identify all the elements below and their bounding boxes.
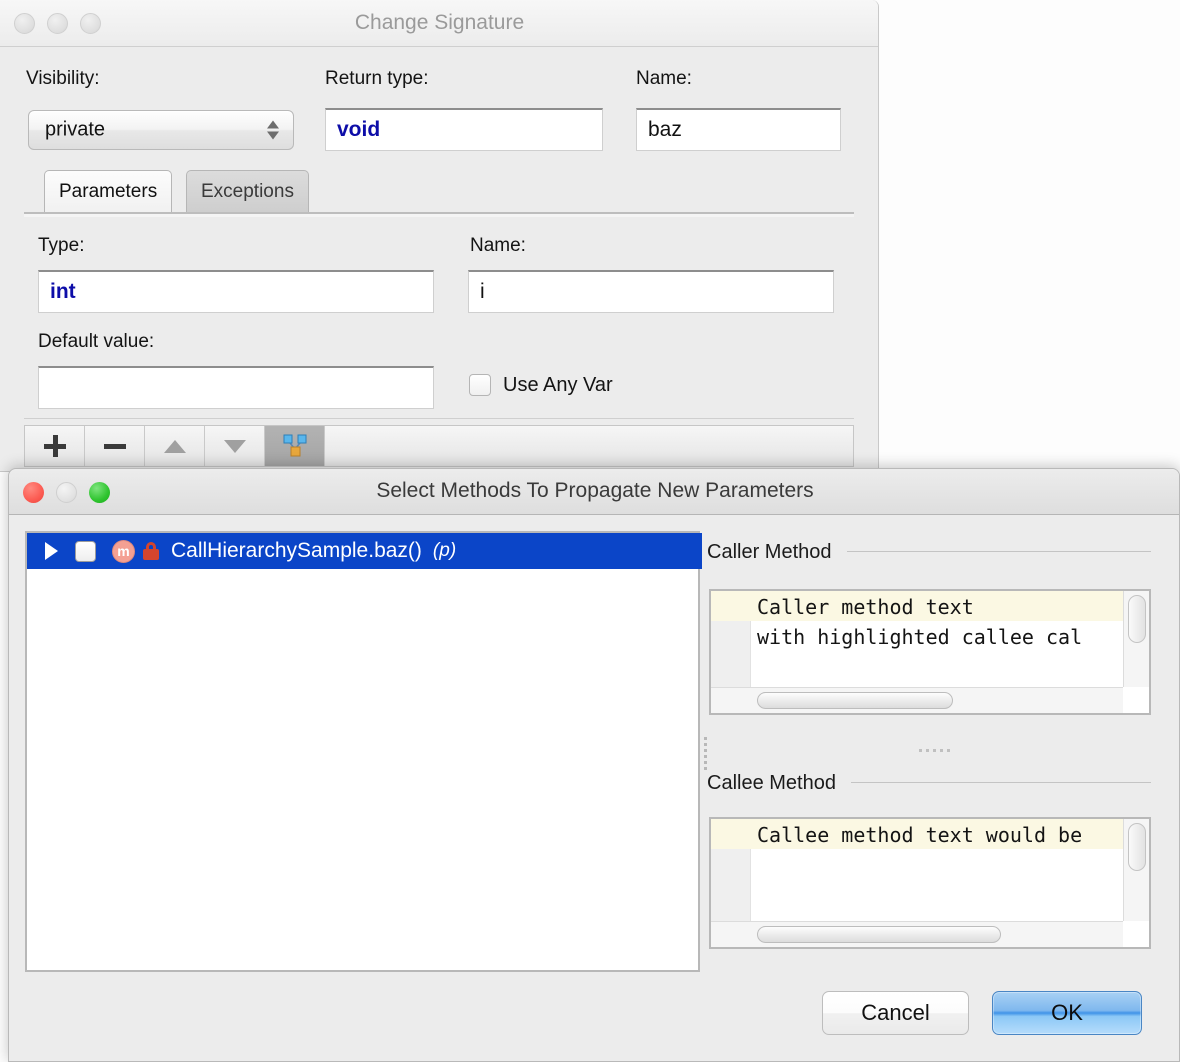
row-checkbox[interactable]	[75, 541, 96, 562]
tab-exceptions-label: Exceptions	[201, 181, 294, 203]
change-signature-window[interactable]: Change Signature Visibility: private Ret…	[0, 0, 879, 472]
minus-icon	[104, 444, 126, 449]
window-title: Change Signature	[0, 11, 879, 35]
caller-code-line-2: with highlighted callee cal	[757, 625, 1082, 649]
param-name-value: i	[480, 280, 485, 304]
cancel-button-label: Cancel	[861, 1000, 929, 1026]
tab-strip[interactable]: Parameters Exceptions	[24, 170, 854, 217]
lock-private-icon	[143, 542, 159, 560]
default-value-label: Default value:	[38, 331, 154, 353]
caller-method-editor[interactable]: Caller method text with highlighted call…	[709, 589, 1151, 715]
caller-vertical-scrollbar[interactable]	[1123, 591, 1149, 687]
propagate-parameter-button[interactable]	[265, 426, 325, 466]
param-type-input[interactable]: int	[38, 270, 434, 313]
callee-method-header: Callee Method	[707, 772, 836, 795]
triangle-up-icon	[164, 440, 186, 453]
method-name-value: baz	[648, 118, 682, 142]
callee-vertical-scrollbar[interactable]	[1123, 819, 1149, 921]
table-row[interactable]: m CallHierarchySample.baz() (p)	[27, 533, 702, 569]
visibility-value: private	[45, 119, 105, 142]
callee-code-line-1: Callee method text would be	[757, 823, 1082, 847]
caller-code-line-1: Caller method text	[757, 595, 974, 619]
callee-horizontal-scrollbar[interactable]	[711, 921, 1123, 947]
horizontal-splitter-handle[interactable]	[919, 747, 957, 754]
cancel-button[interactable]: Cancel	[822, 991, 969, 1035]
tab-underline	[24, 212, 854, 217]
method-m-icon: m	[112, 540, 135, 563]
vertical-splitter-handle[interactable]	[702, 737, 709, 777]
tab-parameters[interactable]: Parameters	[44, 170, 172, 212]
param-name-label: Name:	[470, 235, 526, 257]
visibility-select[interactable]: private	[28, 110, 294, 150]
callee-group-line	[851, 782, 1151, 783]
propagate-parameters-dialog[interactable]: Select Methods To Propagate New Paramete…	[8, 468, 1180, 1062]
callee-vscroll-thumb[interactable]	[1128, 823, 1146, 871]
move-up-button[interactable]	[145, 426, 205, 466]
expand-triangle-icon[interactable]	[45, 542, 58, 560]
method-name-label: Name:	[636, 68, 692, 90]
plus-icon	[44, 435, 66, 457]
add-parameter-button[interactable]	[25, 426, 85, 466]
ok-button-label: OK	[1051, 1000, 1083, 1026]
triangle-down-icon	[224, 440, 246, 453]
propagate-icon	[282, 433, 308, 459]
method-name-input[interactable]: baz	[636, 108, 841, 151]
param-type-label: Type:	[38, 235, 84, 257]
parameter-toolbar[interactable]	[24, 425, 854, 467]
remove-parameter-button[interactable]	[85, 426, 145, 466]
tree-node-label: CallHierarchySample.baz()	[171, 539, 422, 563]
return-type-value: void	[337, 118, 380, 142]
return-type-input[interactable]: void	[325, 108, 603, 151]
change-signature-titlebar[interactable]: Change Signature	[0, 0, 879, 47]
toolbar-separator	[24, 418, 854, 419]
tab-parameters-label: Parameters	[59, 181, 157, 203]
param-type-value: int	[50, 280, 76, 304]
dialog-title: Select Methods To Propagate New Paramete…	[9, 479, 1180, 503]
dialog-titlebar[interactable]: Select Methods To Propagate New Paramete…	[9, 469, 1180, 515]
move-down-button[interactable]	[205, 426, 265, 466]
screen: Change Signature Visibility: private Ret…	[0, 0, 1180, 1062]
tree-node-suffix: (p)	[433, 540, 456, 562]
return-type-label: Return type:	[325, 68, 429, 90]
caller-method-header: Caller Method	[707, 541, 832, 564]
caller-horizontal-scrollbar[interactable]	[711, 687, 1123, 713]
callee-hscroll-thumb[interactable]	[757, 926, 1001, 943]
tab-exceptions[interactable]: Exceptions	[186, 170, 309, 212]
caller-vscroll-thumb[interactable]	[1128, 595, 1146, 643]
callee-method-editor[interactable]: Callee method text would be	[709, 817, 1151, 949]
visibility-label: Visibility:	[26, 68, 100, 90]
methods-tree[interactable]: m CallHierarchySample.baz() (p)	[25, 531, 700, 972]
stepper-arrows-icon	[267, 121, 279, 140]
use-any-var-checkbox[interactable]	[469, 374, 491, 396]
use-any-var-label: Use Any Var	[503, 374, 613, 397]
param-name-input[interactable]: i	[468, 270, 834, 313]
default-value-input[interactable]	[38, 366, 434, 409]
caller-hscroll-thumb[interactable]	[757, 692, 953, 709]
ok-button[interactable]: OK	[992, 991, 1142, 1035]
caller-group-line	[847, 551, 1151, 552]
